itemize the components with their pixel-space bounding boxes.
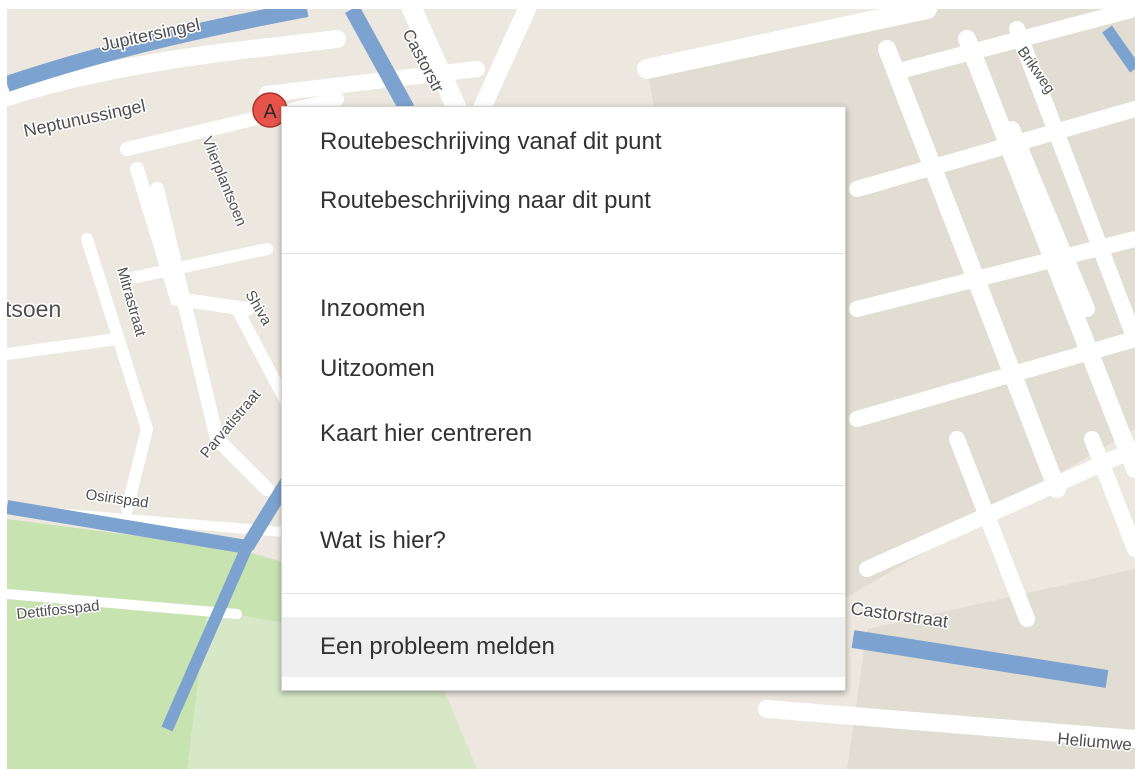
marker-label: A xyxy=(263,101,277,123)
context-menu: Routebeschrijving vanaf dit punt Routebe… xyxy=(281,106,846,691)
menu-item-center-map-here[interactable]: Kaart hier centreren xyxy=(282,404,845,464)
menu-item-directions-from-here[interactable]: Routebeschrijving vanaf dit punt xyxy=(282,112,845,172)
menu-item-whats-here[interactable]: Wat is hier? xyxy=(282,511,845,571)
menu-item-report-problem[interactable]: Een probleem melden xyxy=(282,617,845,677)
menu-separator xyxy=(282,593,845,594)
menu-item-directions-to-here[interactable]: Routebeschrijving naar dit punt xyxy=(282,171,845,231)
menu-separator xyxy=(282,253,845,254)
menu-separator xyxy=(282,485,845,486)
menu-item-zoom-in[interactable]: Inzoomen xyxy=(282,279,845,339)
street-label-plantsoen: tsoen xyxy=(7,296,61,322)
menu-item-zoom-out[interactable]: Uitzoomen xyxy=(282,339,845,399)
